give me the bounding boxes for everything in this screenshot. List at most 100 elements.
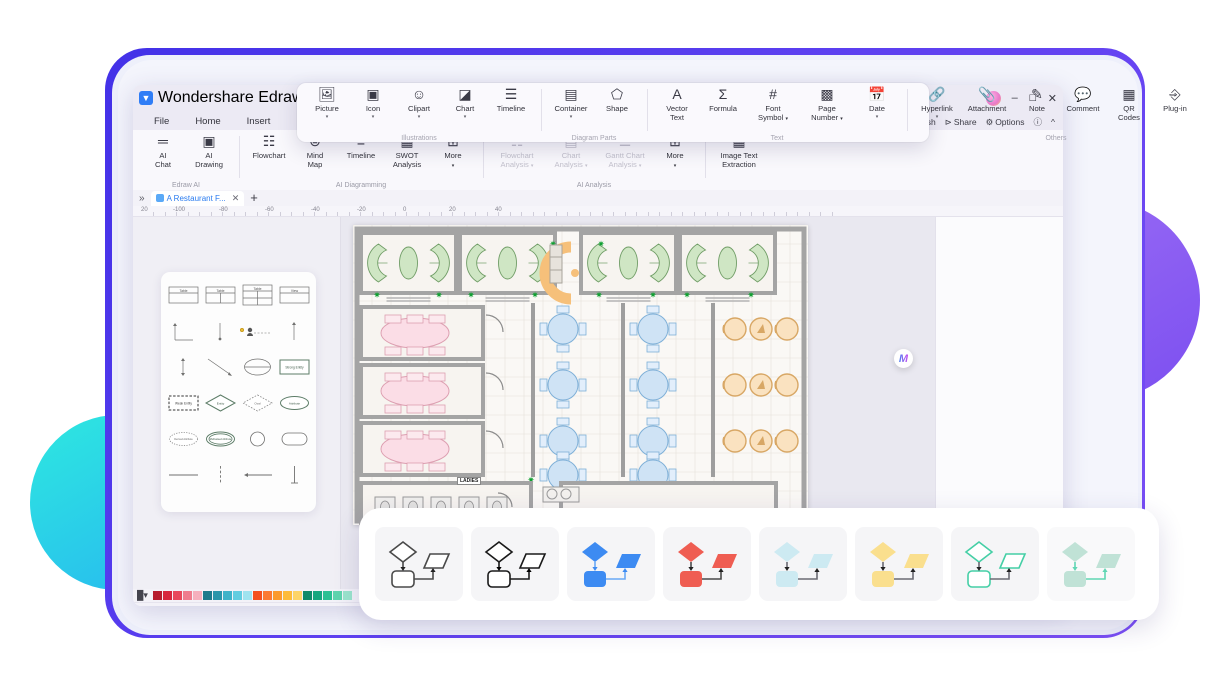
shape-library-item[interactable] [167, 352, 200, 382]
flowchart-style-lightblue[interactable] [759, 527, 847, 601]
insert-group-label-others: Others [1045, 135, 1067, 142]
flowchart-style-mint-outline[interactable] [951, 527, 1039, 601]
insert-item-container[interactable]: ▤ Container ▾ [548, 85, 594, 120]
color-swatch[interactable] [272, 591, 282, 600]
shape-library-item[interactable] [241, 316, 274, 346]
color-swatch[interactable] [242, 591, 252, 600]
insert-item-icon-label: Icon [365, 104, 381, 113]
chevron-down-icon[interactable]: ▾ [936, 114, 939, 120]
fill-bucket-icon[interactable]: █▾ [137, 590, 148, 601]
flowchart-style-carousel [359, 508, 1159, 620]
insert-item-hyperlink[interactable]: 🔗 Hyperlink ▾ [914, 85, 960, 120]
color-swatch[interactable] [182, 591, 192, 600]
shape-library-item[interactable] [241, 460, 274, 490]
flowchart-style-yellow[interactable] [855, 527, 943, 601]
color-swatch[interactable] [312, 591, 322, 600]
ruler-tick [820, 212, 821, 216]
add-page-button[interactable]: + [217, 605, 224, 607]
tab-insert[interactable]: Insert [234, 114, 284, 130]
flowchart-style-outline-bold[interactable] [471, 527, 559, 601]
shape-library-item[interactable] [167, 460, 200, 490]
flowchart-style-mint-solid[interactable] [1047, 527, 1135, 601]
insert-item-note[interactable]: ✎ Note [1014, 85, 1060, 114]
shape-library-item[interactable]: View [278, 280, 311, 310]
shape-library-item[interactable]: Entity [204, 388, 237, 418]
color-swatch[interactable] [162, 591, 172, 600]
insert-item-font-symbol[interactable]: # Font Symbol ▾ [746, 85, 800, 123]
color-swatch[interactable] [202, 591, 212, 600]
flowchart-style-blue-solid[interactable] [567, 527, 655, 601]
shape-library-item[interactable]: Strong Entity [278, 352, 311, 382]
insert-item-vector-text[interactable]: A Vector Text [654, 85, 700, 122]
color-swatch[interactable] [262, 591, 272, 600]
insert-item-icon[interactable]: ▣ Icon ▾ [350, 85, 396, 120]
color-swatch[interactable] [222, 591, 232, 600]
insert-item-attachment[interactable]: 📎 Attachment [960, 85, 1014, 114]
color-swatch[interactable] [252, 591, 262, 600]
shape-library-item[interactable]: Derived Attribute [167, 424, 200, 454]
shape-library-item[interactable] [204, 352, 237, 382]
ai-assistant-fab[interactable]: M [894, 349, 913, 368]
color-swatch[interactable] [342, 591, 352, 600]
shape-library-item[interactable] [241, 424, 274, 454]
insert-item-chart[interactable]: ◪ Chart ▾ [442, 85, 488, 120]
shape-library-item[interactable] [278, 424, 311, 454]
shape-library-item[interactable] [204, 316, 237, 346]
color-swatch[interactable] [232, 591, 242, 600]
tab-file[interactable]: File [141, 114, 182, 130]
color-swatch[interactable] [172, 591, 182, 600]
shape-library-item[interactable]: Table [241, 280, 274, 310]
shape-library-item[interactable]: Attribute [278, 388, 311, 418]
insert-item-date[interactable]: 📅 Date ▾ [854, 85, 900, 120]
close-icon[interactable]: ✕ [232, 193, 240, 204]
tab-home[interactable]: Home [182, 114, 233, 130]
color-swatch[interactable] [292, 591, 302, 600]
shape-library-item[interactable]: Table [167, 280, 200, 310]
color-swatch[interactable] [302, 591, 312, 600]
ruler-tick [578, 212, 580, 216]
chevron-down-icon[interactable]: ▾ [570, 114, 573, 120]
flowchart-style-red-solid[interactable] [663, 527, 751, 601]
shape-library-item[interactable]: Table [204, 280, 237, 310]
color-swatch[interactable] [282, 591, 292, 600]
flowchart-style-outline-light[interactable] [375, 527, 463, 601]
formula-icon: Σ [718, 86, 728, 102]
shape-library-item[interactable]: Oval [241, 388, 274, 418]
add-tab-button[interactable]: + [250, 191, 258, 204]
shape-library-item[interactable] [241, 352, 274, 382]
insert-item-formula[interactable]: Σ Formula [700, 85, 746, 114]
insert-item-page-number[interactable]: ▩ Page Number ▾ [800, 85, 854, 123]
color-swatch[interactable] [152, 591, 162, 600]
insert-item-picture[interactable]: 🖼 Picture ▾ [304, 85, 350, 120]
horizontal-ruler[interactable]: 20 -100 -80 -60 -40 -20 0 20 40 [133, 206, 1063, 217]
chevron-down-icon[interactable]: ▾ [464, 114, 467, 120]
ruler-tick [222, 212, 223, 216]
insert-item-plug-in[interactable]: ⎆ Plug-in [1152, 85, 1198, 114]
shape-library-item[interactable] [204, 460, 237, 490]
color-swatch[interactable] [212, 591, 222, 600]
insert-item-timeline[interactable]: ☰ Timeline [488, 85, 534, 114]
color-swatch[interactable] [322, 591, 332, 600]
chevron-down-icon[interactable]: ▾ [372, 114, 375, 120]
shape-library-item[interactable]: Multivalued Attribute [204, 424, 237, 454]
ribbon-item-flowchart[interactable]: ☷ Flowchart [246, 132, 292, 161]
insert-item-shape[interactable]: ⬠ Shape [594, 85, 640, 114]
shape-library-item[interactable] [278, 316, 311, 346]
chevron-double-right-icon[interactable]: » [139, 193, 145, 204]
insert-item-qr-codes[interactable]: ▦ QR Codes [1106, 85, 1152, 122]
ribbon-item-ai-chat[interactable]: ═ AI Chat [140, 132, 186, 169]
chevron-down-icon[interactable]: ▾ [418, 114, 421, 120]
shape-library-item[interactable] [167, 316, 200, 346]
shape-library-item[interactable]: Weak Entity [167, 388, 200, 418]
shape-library-item[interactable] [278, 460, 311, 490]
shape-marker-dot[interactable] [240, 328, 244, 332]
color-swatch[interactable] [332, 591, 342, 600]
chevron-down-icon[interactable]: ▾ [326, 114, 329, 120]
ribbon-item-ai-drawing[interactable]: ▣ AI Drawing [186, 132, 232, 169]
color-swatch[interactable] [192, 591, 202, 600]
insert-item-comment[interactable]: 💬 Comment [1060, 85, 1106, 114]
document-tab[interactable]: A Restaurant F... ✕ [150, 190, 245, 206]
drawing-page[interactable]: ✷✷✷✷✷✷✷✷✷✷✷✷✷✷ [353, 225, 808, 525]
chevron-down-icon[interactable]: ▾ [876, 114, 879, 120]
insert-item-clipart[interactable]: ☺ Clipart ▾ [396, 85, 442, 120]
